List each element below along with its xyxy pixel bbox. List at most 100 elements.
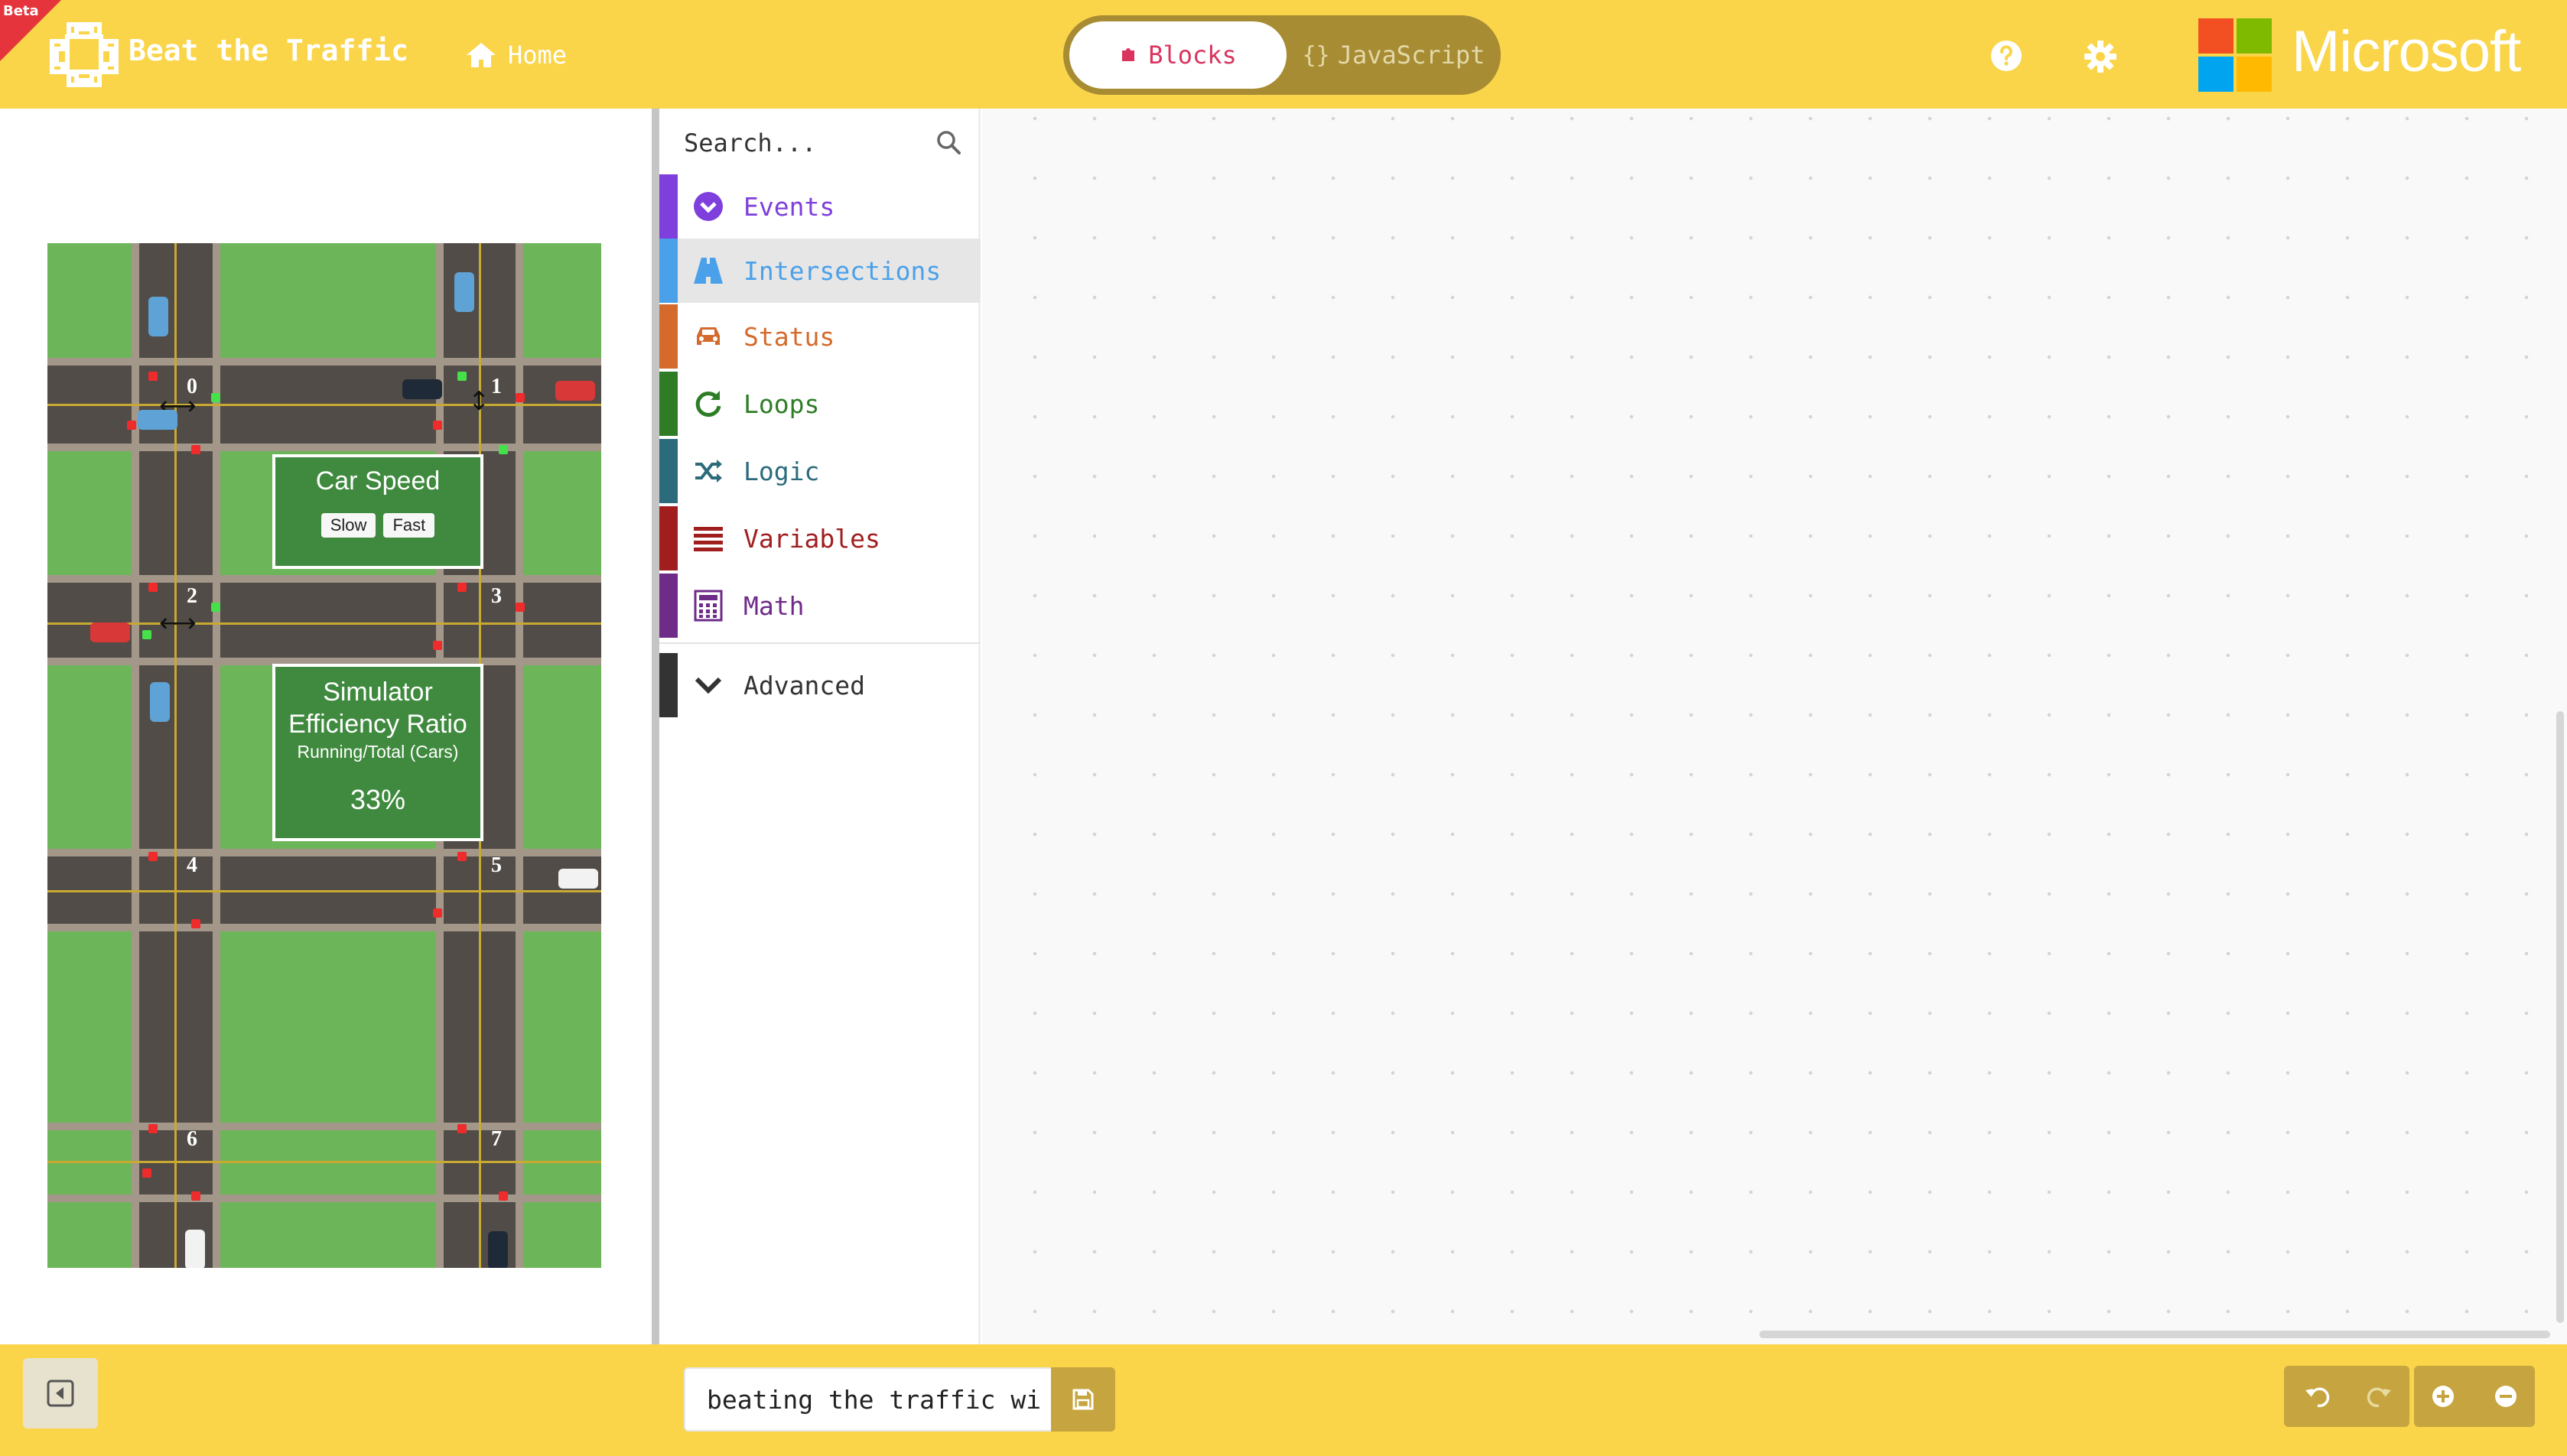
refresh-icon [695,391,721,418]
efficiency-subtitle: Running/Total (Cars) [297,742,459,762]
lane-marking [47,890,601,892]
grass-block [220,243,436,358]
slow-speed-button[interactable]: Slow [320,513,376,538]
category-variables[interactable]: Variables [659,506,981,570]
intersection-number: 5 [491,853,502,877]
car [402,379,442,399]
traffic-light-red [142,1168,151,1178]
traffic-light-red [191,445,200,454]
workspace-vertical-scrollbar[interactable] [2556,711,2564,1323]
traffic-light-red [148,852,158,861]
traffic-light-red [516,603,525,612]
category-color-bar [659,239,678,303]
beta-badge-label: Beta [3,3,39,19]
grass-block [47,451,132,575]
workspace-horizontal-scrollbar[interactable] [1759,1331,2550,1338]
grass-block [47,931,132,1208]
pane-splitter[interactable] [652,109,659,1344]
home-button[interactable]: Home [465,38,567,72]
car [555,381,595,401]
zoom-in-icon[interactable] [2428,1381,2458,1412]
toolbox-search[interactable]: Search... [659,109,981,174]
efficiency-title-line-2: Efficiency Ratio [288,710,467,739]
category-color-bar [659,653,678,717]
lane-marking [47,1161,601,1163]
category-logic[interactable]: Logic [659,439,981,503]
horizontal-arrow-icon: ⟷ [159,608,197,639]
grass-block [523,931,601,1208]
category-label: Intersections [743,255,942,286]
traffic-light-red [191,919,200,928]
car [558,869,598,889]
search-input[interactable]: Search... [684,128,816,158]
fast-speed-button[interactable]: Fast [383,513,435,538]
home-icon [467,43,496,67]
traffic-light-green [457,372,467,381]
gear-icon[interactable] [2084,40,2117,73]
traffic-light-red [433,641,442,650]
toolbox-divider [659,642,981,644]
grass-block [47,665,132,849]
help-icon[interactable] [1990,40,2022,72]
bottom-toolbar [0,1344,2567,1456]
editor-mode-toggle: Blocks {} JavaScript [1063,15,1501,95]
intersection-number: 2 [187,584,197,608]
car [90,622,130,642]
category-label: Status [743,321,835,352]
traffic-light-red [148,372,158,381]
save-button[interactable] [1051,1367,1115,1432]
zoom-out-icon[interactable] [2491,1381,2521,1412]
car [148,297,168,336]
grass-block [523,1202,601,1268]
puzzle-piece-icon [1122,48,1135,61]
grass-block [47,243,132,358]
traffic-light-red [127,421,136,430]
project-name-input[interactable] [684,1367,1053,1432]
efficiency-ratio-panel: Simulator Efficiency Ratio Running/Total… [272,664,483,841]
lane-marking [47,622,601,625]
category-intersections[interactable]: Intersections [659,239,981,303]
category-advanced[interactable]: Advanced [659,653,981,717]
calculator-icon [694,590,723,622]
blocks-workspace[interactable] [982,109,2567,1344]
category-color-bar [659,304,678,369]
grass-block [47,1202,132,1268]
traffic-light-red [148,1124,158,1133]
vertical-arrow-icon: ↕ [468,386,490,417]
undo-icon[interactable] [2302,1381,2333,1412]
category-label: Math [743,590,805,621]
traffic-light-red [457,852,467,861]
category-status[interactable]: Status [659,304,981,369]
collapse-simulator-button[interactable] [23,1358,98,1428]
car-speed-panel: Car Speed Slow Fast [272,454,483,569]
car [454,272,474,312]
intersection-number: 7 [491,1127,502,1151]
home-label: Home [508,41,568,70]
category-color-bar [659,439,678,503]
search-icon[interactable] [935,128,962,156]
category-color-bar [659,574,678,638]
redo-icon[interactable] [2364,1381,2394,1412]
category-events[interactable]: Events [659,174,981,239]
traffic-light-red [191,1191,200,1201]
zoom-group [2414,1366,2535,1427]
traffic-simulator-board[interactable]: 0 1 2 3 4 5 6 7 ⟷ ↕ ⟷ Car Speed Slow Fas… [47,243,601,1268]
category-label: Loops [743,388,820,419]
blocks-mode-button[interactable]: Blocks [1069,21,1287,89]
traffic-light-green [211,603,220,612]
javascript-mode-button[interactable]: {} JavaScript [1293,21,1495,89]
lane-marking [47,404,601,406]
grass-block [523,243,601,358]
efficiency-title-line-1: Simulator [323,678,433,707]
puzzle-logo-icon[interactable] [46,18,122,91]
traffic-light-red [433,421,442,430]
app-title[interactable]: Beat the Traffic [129,34,408,67]
category-loops[interactable]: Loops [659,372,981,436]
intersection-number: 1 [491,375,502,398]
grass-block [220,1202,436,1268]
traffic-light-red [499,1191,508,1201]
javascript-mode-label: JavaScript [1337,41,1485,70]
category-label: Events [743,191,835,222]
category-math[interactable]: Math [659,574,981,638]
category-label: Logic [743,456,820,486]
